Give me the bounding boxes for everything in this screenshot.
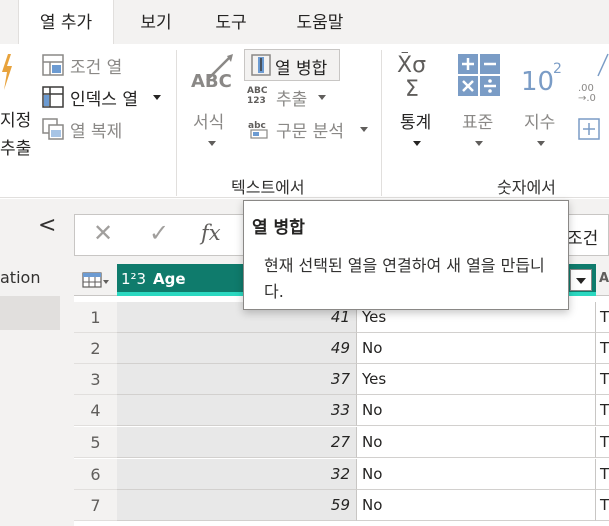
standard-label: 표준 <box>462 113 494 133</box>
tab-tools[interactable]: 도구 <box>200 0 262 44</box>
attrition-cell[interactable]: Yes <box>357 364 596 395</box>
column-filter-button[interactable] <box>570 269 592 291</box>
collapse-pane-icon[interactable]: < <box>38 213 56 238</box>
type-number-icon[interactable]: 1²3 <box>121 270 146 288</box>
conditional-column-icon <box>42 54 64 76</box>
row-number[interactable]: 5 <box>74 427 117 458</box>
svg-text:Σ: Σ <box>405 77 419 98</box>
decimal-places-icon: .00 →.0 <box>578 83 596 104</box>
query-item-label[interactable]: ation <box>0 268 40 287</box>
merge-columns-button[interactable]: 열 병합 <box>244 49 340 81</box>
text-group-label: 텍스트에서 <box>231 178 305 197</box>
ribbon-separator <box>176 50 177 196</box>
conditional-column-label: 조건 열 <box>70 58 123 78</box>
chevron-down-icon <box>576 278 586 284</box>
age-cell[interactable]: 49 <box>117 333 357 364</box>
next-cell[interactable]: T <box>596 333 609 364</box>
index-column-dropdown-icon <box>153 95 161 100</box>
statistics-icon: X̄σ Σ <box>397 52 426 98</box>
table-icon <box>82 272 109 288</box>
merge-columns-icon <box>251 54 271 76</box>
scientific-dropdown-icon <box>537 141 545 146</box>
column-from-examples-label-1: 지정 <box>0 111 32 131</box>
age-cell[interactable]: 33 <box>117 395 357 426</box>
row-number[interactable]: 3 <box>74 364 117 395</box>
attrition-cell[interactable]: No <box>357 459 596 490</box>
attrition-cell[interactable]: No <box>357 490 596 521</box>
next-cell[interactable]: T <box>596 459 609 490</box>
tab-help[interactable]: 도움말 <box>280 0 360 44</box>
row-number[interactable]: 7 <box>74 490 117 521</box>
standard-dropdown-icon <box>475 141 483 146</box>
trigonometry-icon <box>597 53 609 77</box>
formula-input[interactable]: 조건 <box>567 224 598 249</box>
row-number[interactable]: 1 <box>74 302 117 333</box>
next-cell[interactable]: T <box>596 302 609 333</box>
format-dropdown-icon <box>208 141 216 146</box>
attrition-cell[interactable]: No <box>357 333 596 364</box>
age-cell[interactable]: 32 <box>117 459 357 490</box>
extract-label: 추출 <box>276 90 308 110</box>
tab-add-column[interactable]: 열 추가 <box>18 0 114 44</box>
duplicate-column-label: 열 복제 <box>70 122 123 142</box>
attrition-cell[interactable]: No <box>357 395 596 426</box>
ribbon-separator <box>381 50 382 196</box>
parse-icon: abc <box>248 121 268 139</box>
svg-text:X̄σ: X̄σ <box>397 52 426 78</box>
statistics-dropdown-icon <box>413 141 421 146</box>
merge-columns-tooltip: 열 병합 현재 선택된 열을 연결하여 새 열을 만듭니다. <box>243 200 569 310</box>
column-header-age-label: Age <box>153 270 186 288</box>
svg-text:10: 10 <box>521 67 554 96</box>
ribbon: 지정 추출 조건 열 인덱스 열 열 복제 ABC 서식 열 병합 ABC 12… <box>0 44 609 198</box>
tooltip-title: 열 병합 <box>252 218 305 238</box>
index-column-label: 인덱스 열 <box>70 90 138 110</box>
scientific-icon: 10 2 <box>521 61 562 96</box>
svg-text:2: 2 <box>553 61 562 77</box>
column-from-examples-label-2: 추출 <box>0 139 32 159</box>
confirm-formula-icon[interactable]: ✓ <box>149 219 169 247</box>
next-cell[interactable]: T <box>596 427 609 458</box>
merge-columns-label: 열 병합 <box>275 59 328 79</box>
age-cell[interactable]: 37 <box>117 364 357 395</box>
queries-pane: < ation <box>0 199 66 526</box>
age-cell[interactable]: 27 <box>117 427 357 458</box>
next-cell[interactable]: T <box>596 395 609 426</box>
cancel-formula-icon[interactable]: ✕ <box>93 219 113 247</box>
row-number[interactable]: 6 <box>74 459 117 490</box>
tooltip-body: 현재 선택된 열을 연결하여 새 열을 만듭니다. <box>264 256 545 301</box>
statistics-label: 통계 <box>400 113 432 133</box>
format-label: 서식 <box>193 113 225 133</box>
ribbon-tab-bar: 열 추가 보기 도구 도움말 <box>0 0 609 44</box>
row-number[interactable]: 4 <box>74 395 117 426</box>
duplicate-column-icon <box>42 118 64 140</box>
format-icon: ABC <box>191 54 233 92</box>
age-cell[interactable]: 59 <box>117 490 357 521</box>
table-menu-button[interactable] <box>74 264 117 296</box>
attrition-cell[interactable]: No <box>357 427 596 458</box>
next-cell[interactable]: T <box>596 364 609 395</box>
parse-label: 구문 분석 <box>276 122 344 142</box>
query-item-selected[interactable] <box>0 296 60 330</box>
lightning-icon <box>2 54 12 90</box>
information-icon <box>578 118 600 140</box>
fx-icon[interactable]: fx <box>201 221 221 245</box>
index-column-icon <box>42 86 64 108</box>
standard-icon <box>458 54 500 96</box>
row-number[interactable]: 2 <box>74 333 117 364</box>
column-header-next-label: A <box>599 271 609 286</box>
parse-dropdown-icon <box>360 127 368 132</box>
number-group-label: 숫자에서 <box>497 178 556 197</box>
tab-view[interactable]: 보기 <box>126 0 186 44</box>
column-header-next[interactable]: A <box>596 264 609 296</box>
extract-icon: ABC 123 <box>247 86 268 106</box>
extract-dropdown-icon <box>318 95 326 100</box>
next-cell[interactable]: T <box>596 490 609 521</box>
scientific-label: 지수 <box>524 113 556 133</box>
